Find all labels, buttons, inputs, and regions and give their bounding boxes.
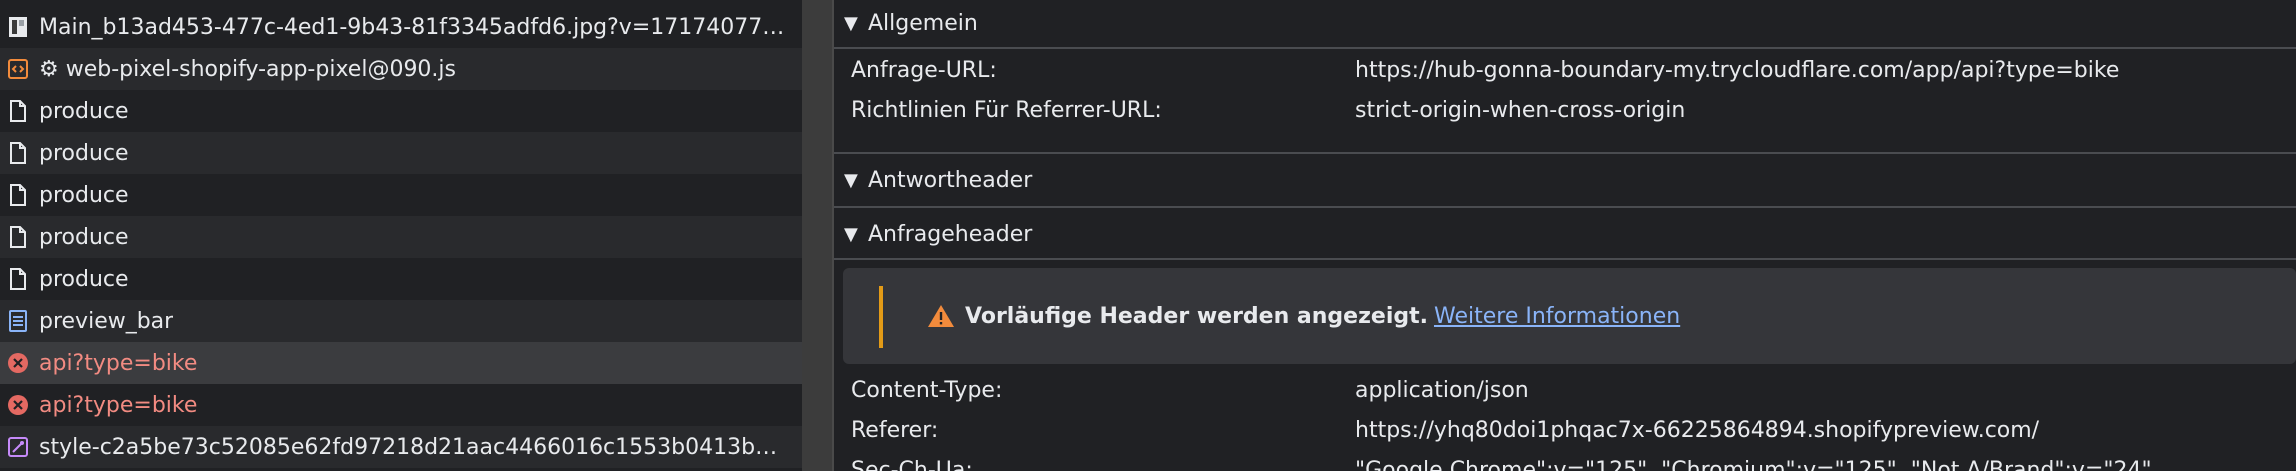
header-value: "Google Chrome";v="125", "Chromium";v="1… [1355, 458, 2152, 471]
document-icon [7, 268, 29, 290]
learn-more-link[interactable]: Weitere Informationen [1434, 304, 1680, 329]
header-key: Sec-Ch-Ua: [851, 458, 973, 471]
request-row[interactable]: produce [0, 132, 802, 174]
request-name: api?type=bike [39, 350, 198, 376]
stylesheet-icon [7, 436, 29, 458]
header-value: application/json [1355, 378, 1529, 403]
header-key: Content-Type: [851, 378, 1003, 403]
request-name: api?type=bike [39, 392, 198, 418]
triangle-down-icon: ▼ [844, 12, 858, 34]
request-row[interactable]: produce [0, 216, 802, 258]
script-icon [7, 58, 29, 80]
triangle-down-icon: ▼ [844, 223, 858, 245]
document-icon [7, 142, 29, 164]
request-name: produce [39, 98, 129, 124]
headers-detail-pane: ▼ Allgemein Anfrage-URL: https://hub-gon… [834, 0, 2296, 471]
request-row[interactable]: produce [0, 90, 802, 132]
warning-text: Vorläufige Header werden angezeigt. [965, 303, 1428, 329]
devtools-network-panel: Main_b13ad453-477c-4ed1-9b43-81f3345adfd… [0, 0, 2296, 471]
panel-splitter[interactable] [802, 0, 832, 471]
document-icon [7, 184, 29, 206]
warning-accent-bar [879, 286, 883, 348]
error-icon [7, 394, 29, 416]
divider [834, 47, 2296, 49]
request-row[interactable]: style-c2a5be73c52085e62fd97218d21aac4466… [0, 426, 802, 468]
header-value: https://hub-gonna-boundary-my.trycloudfl… [1355, 58, 2120, 83]
header-key: Richtlinien Für Referrer-URL: [851, 98, 1162, 123]
divider [834, 258, 2296, 260]
request-name: Main_b13ad453-477c-4ed1-9b43-81f3345adfd… [39, 14, 785, 40]
provisional-headers-warning: Vorläufige Header werden angezeigt. Weit… [843, 268, 2296, 364]
warning-content: Vorläufige Header werden angezeigt. Weit… [927, 268, 1680, 364]
request-row[interactable]: ⚙ web-pixel-shopify-app-pixel@090.js [0, 48, 802, 90]
section-request-headers-header[interactable]: ▼ Anfrageheader [834, 216, 2296, 252]
document-icon [7, 100, 29, 122]
header-value: strict-origin-when-cross-origin [1355, 98, 1686, 123]
header-value: https://yhq80doi1phqac7x-66225864894.sho… [1355, 418, 2040, 443]
triangle-down-icon: ▼ [844, 169, 858, 191]
section-response-headers-header[interactable]: ▼ Antwortheader [834, 162, 2296, 198]
document-icon [7, 226, 29, 248]
error-icon [7, 352, 29, 374]
request-row-selected[interactable]: api?type=bike [0, 342, 802, 384]
html-document-icon [7, 310, 29, 332]
divider [834, 206, 2296, 208]
section-title: Antwortheader [868, 167, 1033, 193]
request-row[interactable]: produce [0, 258, 802, 300]
section-general-header[interactable]: ▼ Allgemein [834, 6, 2296, 40]
request-name: preview_bar [39, 308, 174, 334]
request-name: produce [39, 224, 129, 250]
request-name: ⚙ web-pixel-shopify-app-pixel@090.js [39, 56, 457, 82]
header-key: Anfrage-URL: [851, 58, 997, 83]
header-key: Referer: [851, 418, 939, 443]
request-name: produce [39, 182, 129, 208]
warning-triangle-icon [927, 304, 955, 328]
section-title: Allgemein [868, 10, 978, 36]
divider [834, 152, 2296, 154]
request-list: Main_b13ad453-477c-4ed1-9b43-81f3345adfd… [0, 0, 802, 471]
image-icon [7, 16, 29, 38]
request-row[interactable]: Main_b13ad453-477c-4ed1-9b43-81f3345adfd… [0, 6, 802, 48]
request-row[interactable]: produce [0, 174, 802, 216]
request-name: style-c2a5be73c52085e62fd97218d21aac4466… [39, 434, 778, 460]
request-row[interactable]: api?type=bike [0, 384, 802, 426]
section-title: Anfrageheader [868, 221, 1033, 247]
request-name: produce [39, 140, 129, 166]
request-name: produce [39, 266, 129, 292]
request-row[interactable]: preview_bar [0, 300, 802, 342]
